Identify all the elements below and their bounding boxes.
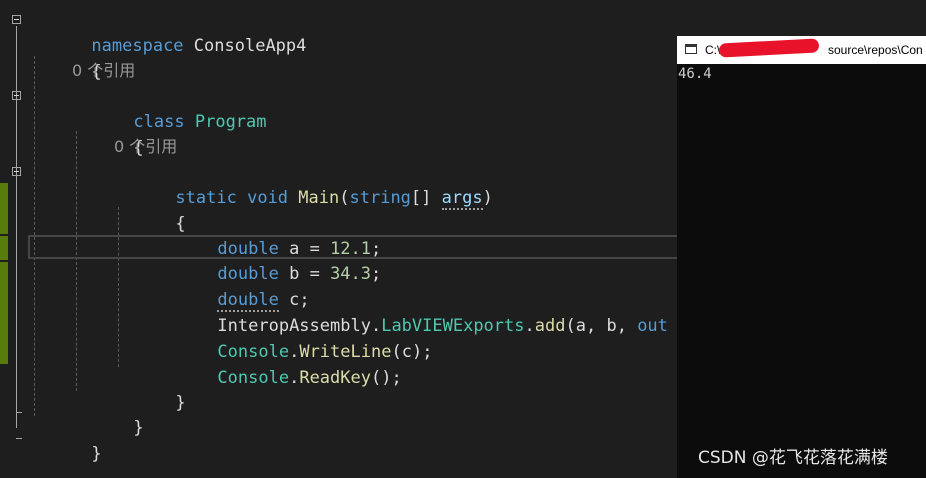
console-window-icon: [685, 44, 697, 54]
comma: ,: [616, 316, 638, 336]
arg-b: b: [606, 316, 617, 336]
close-brace: }: [175, 393, 186, 413]
code-line-namespace[interactable]: namespace ConsoleApp4: [30, 7, 306, 56]
console-title-bar[interactable]: C:\U source\repos\Con: [677, 36, 926, 64]
code-line-readkey[interactable]: Console.ReadKey();: [156, 339, 401, 388]
comma: ,: [585, 316, 607, 336]
keyword-string: string: [349, 188, 411, 208]
code-line-writeline[interactable]: Console.WriteLine(c);: [156, 313, 432, 362]
close-paren: ): [482, 188, 493, 208]
code-line-declare-b[interactable]: double b = 34.3;: [156, 235, 381, 284]
semicolon: ;: [391, 368, 402, 388]
code-line-class[interactable]: class Program: [72, 83, 266, 132]
code-line-class-close[interactable]: }: [72, 389, 143, 438]
namespace-name: ConsoleApp4: [193, 36, 307, 56]
close-brace: }: [133, 418, 144, 438]
empty-parens: (): [370, 368, 392, 388]
console-window[interactable]: [677, 36, 926, 478]
code-line-namespace-open[interactable]: {: [30, 33, 101, 82]
collapse-class-icon[interactable]: [12, 91, 21, 100]
array-brackets: []: [410, 188, 432, 208]
number-b: 34.3: [330, 264, 372, 284]
console-title-end: source\repos\Con: [828, 43, 923, 57]
code-line-add-call[interactable]: InteropAssembly.LabVIEWExports.add(a, b,…: [156, 287, 677, 336]
method-readkey: ReadKey: [299, 368, 371, 388]
close-paren: ): [411, 342, 423, 362]
semicolon: ;: [371, 264, 382, 284]
param-args: args: [441, 188, 483, 210]
close-brace: }: [91, 444, 102, 464]
method-add: add: [534, 316, 566, 336]
collapse-namespace-icon[interactable]: [12, 15, 21, 24]
arg-c: c: [401, 342, 412, 362]
code-line-main-open[interactable]: {: [114, 185, 185, 234]
open-paren: (: [339, 188, 350, 208]
collapse-method-icon[interactable]: [12, 167, 21, 176]
watermark-text: CSDN @花飞花落花满楼: [698, 448, 888, 468]
fold-end-marker: [16, 438, 22, 439]
change-indicator-bar: [0, 236, 8, 260]
keyword-out: out: [637, 316, 668, 336]
dot: .: [289, 368, 300, 388]
console-output: 46.4: [678, 66, 712, 82]
open-paren: (: [565, 316, 576, 336]
keyword-namespace: namespace: [91, 36, 184, 56]
codelens-class-references[interactable]: 0 个引用: [72, 60, 135, 82]
code-editor[interactable]: namespace ConsoleApp4 { 0 个引用 class Prog…: [0, 0, 677, 478]
code-line-class-open[interactable]: {: [72, 109, 143, 158]
fold-end-marker: [16, 412, 22, 413]
keyword-void: void: [247, 188, 289, 208]
dot: .: [524, 316, 535, 336]
arg-a: a: [575, 316, 586, 336]
code-line-main-close[interactable]: }: [114, 364, 185, 413]
class-name: Program: [194, 112, 267, 132]
fold-line: [16, 26, 17, 428]
code-line-declare-a[interactable]: double a = 12.1;: [156, 210, 381, 259]
code-line-namespace-close[interactable]: }: [30, 415, 101, 464]
redaction-mark: [718, 38, 820, 58]
code-line-declare-c[interactable]: double c;: [156, 261, 310, 312]
codelens-main-references[interactable]: 0 个引用: [114, 136, 177, 158]
semicolon: ;: [422, 342, 433, 362]
class-console: Console: [217, 368, 290, 388]
change-indicator-bar: [0, 262, 8, 364]
code-line-main-signature[interactable]: static void Main(string[] args): [114, 159, 493, 210]
method-name-main: Main: [298, 188, 340, 208]
screenshot-root: namespace ConsoleApp4 { 0 个引用 class Prog…: [0, 0, 926, 478]
change-indicator-bar: [0, 183, 8, 234]
